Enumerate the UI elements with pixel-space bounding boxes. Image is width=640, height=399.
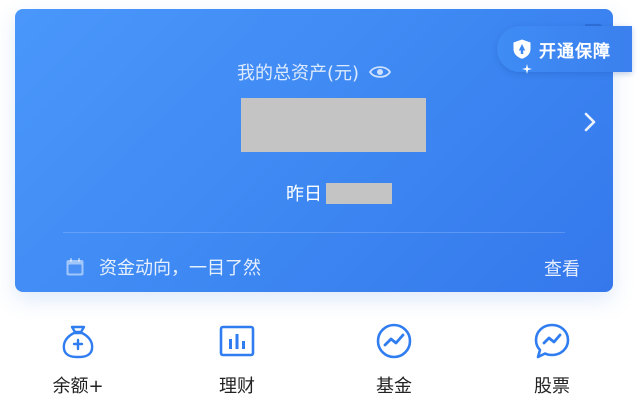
asset-title-label: 我的总资产(元) [236, 63, 360, 84]
sparkle-icon [522, 64, 532, 74]
calendar-icon [66, 258, 84, 276]
fund-flow-label: 资金动向，一目了然 [99, 258, 261, 279]
chevron-right-icon[interactable] [582, 111, 598, 133]
money-bag-icon [62, 325, 94, 359]
yesterday-earnings: 昨日 [286, 182, 392, 205]
bar-chart-icon [219, 325, 255, 357]
nav-label-balance-plus: 余额+ [52, 376, 104, 397]
open-protection-button[interactable]: 开通保障 [497, 26, 632, 72]
trend-circle-icon [376, 323, 412, 359]
nav-item-wealth[interactable]: 理财 [187, 322, 287, 398]
nav-item-stock[interactable]: 股票 [502, 322, 602, 398]
yesterday-label: 昨日 [286, 184, 322, 205]
view-button[interactable]: 查看 [544, 255, 580, 281]
eye-icon[interactable] [369, 64, 392, 80]
nav-label-wealth: 理财 [219, 376, 255, 397]
nav-label-stock: 股票 [534, 376, 570, 397]
chat-trend-icon [534, 323, 570, 359]
shield-icon [513, 39, 531, 59]
open-protection-label: 开通保障 [539, 41, 611, 62]
nav-item-fund[interactable]: 基金 [344, 322, 444, 398]
nav-label-fund: 基金 [376, 376, 412, 397]
yesterday-value-masked [326, 182, 392, 204]
total-asset-value-masked [241, 98, 426, 152]
quick-nav: 余额+ 理财 基金 股票 [0, 322, 640, 399]
divider [63, 232, 565, 233]
fund-flow-link[interactable]: 资金动向，一目了然 [65, 254, 261, 280]
nav-item-balance-plus[interactable]: 余额+ [28, 322, 128, 398]
